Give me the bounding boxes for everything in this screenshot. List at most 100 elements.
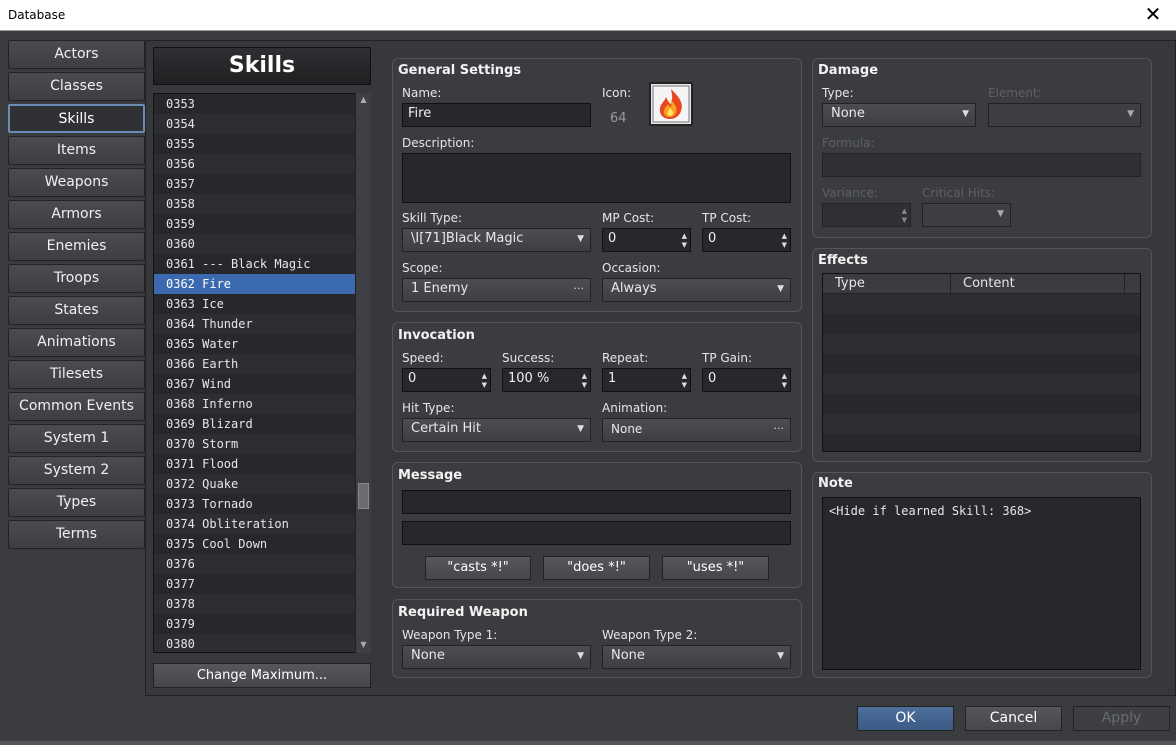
list-item[interactable]: 0374 Obliteration: [154, 514, 356, 534]
list-item[interactable]: 0373 Tornado: [154, 494, 356, 514]
nav-animations[interactable]: Animations: [8, 328, 145, 357]
table-row[interactable]: [823, 374, 1140, 394]
cancel-button[interactable]: Cancel: [965, 706, 1062, 731]
list-item[interactable]: 0369 Blizard: [154, 414, 356, 434]
table-row[interactable]: [823, 394, 1140, 414]
mp-cost-stepper[interactable]: 0 ▲ ▼: [602, 228, 691, 252]
spin-up-icon[interactable]: ▲: [682, 232, 687, 240]
spin-up-icon[interactable]: ▲: [582, 372, 587, 380]
list-item[interactable]: 0366 Earth: [154, 354, 356, 374]
skill-type-dropdown[interactable]: \I[71]Black Magic ▼: [402, 228, 591, 252]
repeat-stepper[interactable]: 1 ▲ ▼: [602, 368, 691, 392]
effects-col-type[interactable]: Type: [823, 274, 951, 294]
list-item[interactable]: 0379: [154, 614, 356, 634]
effects-col-content[interactable]: Content: [951, 274, 1125, 294]
nav-actors[interactable]: Actors: [8, 40, 145, 69]
table-row[interactable]: [823, 434, 1140, 451]
scroll-up-icon[interactable]: ▲: [356, 93, 371, 107]
apply-button[interactable]: Apply: [1073, 706, 1170, 731]
close-icon[interactable]: ✕: [1138, 2, 1168, 26]
speed-stepper[interactable]: 0 ▲ ▼: [402, 368, 491, 392]
hit-type-dropdown[interactable]: Certain Hit ▼: [402, 418, 591, 442]
spin-down-icon[interactable]: ▼: [782, 241, 787, 249]
spin-down-icon[interactable]: ▼: [682, 381, 687, 389]
skills-list-scrollbar[interactable]: ▲ ▼: [355, 93, 371, 653]
table-row[interactable]: [823, 294, 1140, 314]
tp-gain-stepper[interactable]: 0 ▲ ▼: [702, 368, 791, 392]
nav-terms[interactable]: Terms: [8, 520, 145, 549]
critical-hits-dropdown[interactable]: ▼: [922, 203, 1011, 227]
occasion-dropdown[interactable]: Always ▼: [602, 278, 791, 302]
list-item[interactable]: 0368 Inferno: [154, 394, 356, 414]
nav-types[interactable]: Types: [8, 488, 145, 517]
scroll-down-icon[interactable]: ▼: [356, 638, 371, 652]
list-item[interactable]: 0359: [154, 214, 356, 234]
list-item[interactable]: 0380: [154, 634, 356, 652]
list-item[interactable]: 0375 Cool Down: [154, 534, 356, 554]
does-button[interactable]: "does *!": [543, 556, 650, 580]
table-row[interactable]: [823, 314, 1140, 334]
weapon-type-2-dropdown[interactable]: None ▼: [602, 645, 791, 669]
nav-troops[interactable]: Troops: [8, 264, 145, 293]
scope-selector[interactable]: 1 Enemy ···: [402, 278, 591, 302]
spin-down-icon[interactable]: ▼: [482, 381, 487, 389]
list-item[interactable]: 0377: [154, 574, 356, 594]
table-row[interactable]: [823, 354, 1140, 374]
nav-weapons[interactable]: Weapons: [8, 168, 145, 197]
nav-system-1[interactable]: System 1: [8, 424, 145, 453]
damage-type-dropdown[interactable]: None ▼: [822, 103, 976, 127]
table-row[interactable]: [823, 334, 1140, 354]
list-item[interactable]: 0365 Water: [154, 334, 356, 354]
variance-stepper[interactable]: ▲ ▼: [822, 203, 911, 227]
nav-armors[interactable]: Armors: [8, 200, 145, 229]
spin-up-icon[interactable]: ▲: [902, 207, 907, 215]
nav-common-events[interactable]: Common Events: [8, 392, 145, 421]
nav-skills[interactable]: Skills: [8, 104, 145, 133]
note-textarea[interactable]: <Hide if learned Skill: 368>: [822, 497, 1141, 670]
element-dropdown[interactable]: ▼: [988, 103, 1141, 127]
spin-up-icon[interactable]: ▲: [782, 232, 787, 240]
spin-down-icon[interactable]: ▼: [782, 381, 787, 389]
weapon-type-1-dropdown[interactable]: None ▼: [402, 645, 591, 669]
list-item[interactable]: 0364 Thunder: [154, 314, 356, 334]
list-item[interactable]: 0356: [154, 154, 356, 174]
list-item[interactable]: 0358: [154, 194, 356, 214]
nav-enemies[interactable]: Enemies: [8, 232, 145, 261]
list-item[interactable]: 0363 Ice: [154, 294, 356, 314]
fire-skill-icon[interactable]: [649, 82, 693, 126]
list-item[interactable]: 0361 --- Black Magic: [154, 254, 356, 274]
spin-up-icon[interactable]: ▲: [682, 372, 687, 380]
change-maximum-button[interactable]: Change Maximum...: [153, 663, 371, 688]
spin-down-icon[interactable]: ▼: [682, 241, 687, 249]
list-item[interactable]: 0360: [154, 234, 356, 254]
scroll-thumb[interactable]: [358, 483, 369, 509]
nav-tilesets[interactable]: Tilesets: [8, 360, 145, 389]
list-item[interactable]: 0353: [154, 94, 356, 114]
list-item[interactable]: 0354: [154, 114, 356, 134]
list-item[interactable]: 0378: [154, 594, 356, 614]
list-item[interactable]: 0371 Flood: [154, 454, 356, 474]
list-item[interactable]: 0357: [154, 174, 356, 194]
list-item[interactable]: 0370 Storm: [154, 434, 356, 454]
spin-down-icon[interactable]: ▼: [902, 216, 907, 224]
list-item[interactable]: 0372 Quake: [154, 474, 356, 494]
nav-states[interactable]: States: [8, 296, 145, 325]
list-item[interactable]: 0376: [154, 554, 356, 574]
description-field[interactable]: [402, 153, 791, 203]
ok-button[interactable]: OK: [857, 706, 954, 731]
nav-classes[interactable]: Classes: [8, 72, 145, 101]
name-field[interactable]: Fire: [402, 103, 591, 127]
nav-system-2[interactable]: System 2: [8, 456, 145, 485]
animation-selector[interactable]: None ···: [602, 418, 791, 442]
uses-button[interactable]: "uses *!": [662, 556, 769, 580]
list-item[interactable]: 0355: [154, 134, 356, 154]
effects-table[interactable]: Type Content: [822, 273, 1141, 452]
skills-list[interactable]: 0353 0354 0355 0356 0357 0358 0359 0360 0361 ---…: [153, 93, 371, 653]
list-item[interactable]: 0362 Fire: [154, 274, 356, 294]
spin-down-icon[interactable]: ▼: [582, 381, 587, 389]
message-line-2[interactable]: [402, 521, 791, 545]
tp-cost-stepper[interactable]: 0 ▲ ▼: [702, 228, 791, 252]
spin-up-icon[interactable]: ▲: [782, 372, 787, 380]
nav-items[interactable]: Items: [8, 136, 145, 165]
success-stepper[interactable]: 100 % ▲ ▼: [502, 368, 591, 392]
